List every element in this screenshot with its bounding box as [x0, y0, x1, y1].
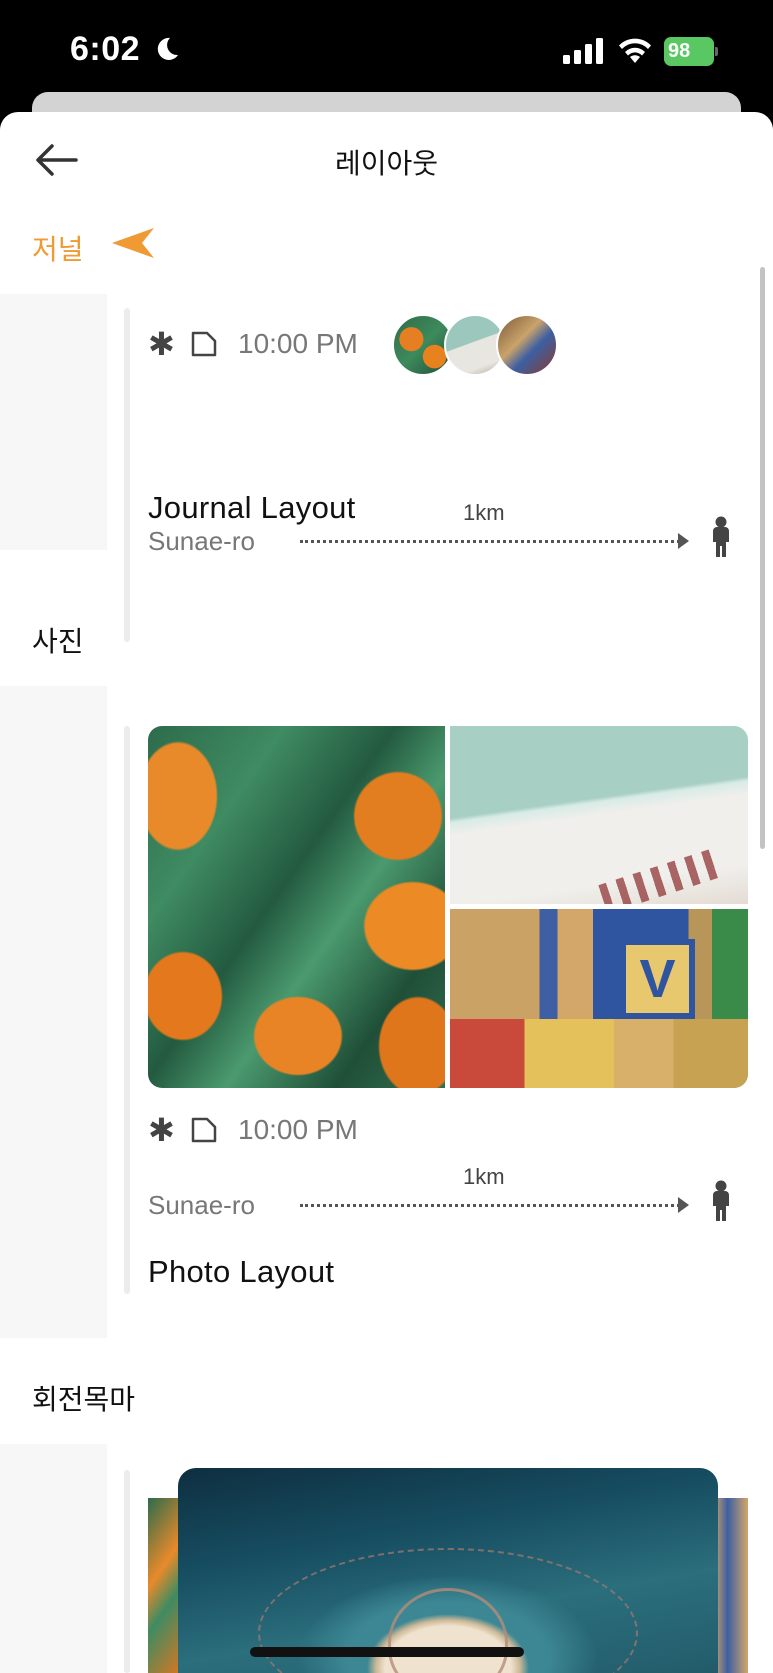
journal-card-line	[124, 308, 130, 642]
walking-person-icon	[713, 1180, 729, 1221]
route-distance: 1km	[463, 500, 505, 525]
status-time: 6:02	[70, 30, 141, 68]
walking-person-icon	[713, 516, 729, 557]
block-letter-v: V	[620, 939, 695, 1019]
photo-route-row: Sunae-ro 1km	[148, 1164, 748, 1224]
photo-gutter	[0, 686, 107, 1338]
moon-icon	[157, 37, 178, 60]
photo-meta-row: ✱ 10:00 PM	[148, 1112, 358, 1148]
route-origin: Sunae-ro	[148, 1190, 255, 1220]
carousel-next-image[interactable]	[714, 1498, 748, 1673]
asterisk-icon: ✱	[148, 1112, 175, 1148]
photo-grid[interactable]: V	[148, 726, 748, 1088]
photo-beach[interactable]	[450, 726, 748, 904]
layout-sheet: 레이아웃 저널 ✱ 10:00 PM Sunae-ro 1km Journal …	[0, 112, 773, 1673]
carousel-card-line	[124, 1470, 130, 1673]
home-indicator[interactable]	[250, 1647, 524, 1657]
page-title: 레이아웃	[334, 148, 439, 179]
battery-icon: 98	[664, 37, 718, 66]
route-dotted-line	[300, 540, 680, 543]
carousel-current-image[interactable]	[178, 1468, 718, 1673]
battery-level: 98	[668, 40, 691, 62]
route-arrowhead	[678, 533, 689, 549]
signal-icon	[563, 38, 603, 64]
route-origin: Sunae-ro	[148, 526, 255, 556]
photo-card-line	[124, 726, 130, 1294]
orange-arrow-icon	[112, 228, 154, 258]
photo-oranges[interactable]	[148, 726, 445, 1088]
photo-card-title[interactable]: Photo Layout	[148, 1254, 334, 1290]
journal-gutter	[0, 294, 107, 550]
section-label-journal[interactable]: 저널	[32, 228, 84, 268]
square-icon	[191, 331, 217, 357]
journal-card-title[interactable]: Journal Layout	[148, 490, 356, 526]
route-arrowhead	[678, 1197, 689, 1213]
section-label-carousel: 회전목마	[32, 1384, 136, 1415]
journal-meta-row: ✱ 10:00 PM	[148, 326, 358, 362]
section-label-photo: 사진	[32, 626, 84, 657]
route-dotted-line	[300, 1204, 680, 1207]
route-distance: 1km	[463, 1164, 505, 1189]
journal-time: 10:00 PM	[238, 328, 358, 359]
scrollbar[interactable]	[760, 267, 765, 849]
wifi-icon	[619, 38, 651, 63]
status-bar: 6:02 98	[0, 0, 773, 104]
avatar-blocks	[496, 314, 558, 376]
journal-photo-avatars[interactable]	[392, 314, 562, 378]
photo-blocks[interactable]: V	[450, 909, 748, 1088]
carousel-gutter	[0, 1444, 107, 1673]
photo-time: 10:00 PM	[238, 1114, 358, 1145]
square-icon	[191, 1117, 217, 1143]
asterisk-icon: ✱	[148, 326, 175, 362]
